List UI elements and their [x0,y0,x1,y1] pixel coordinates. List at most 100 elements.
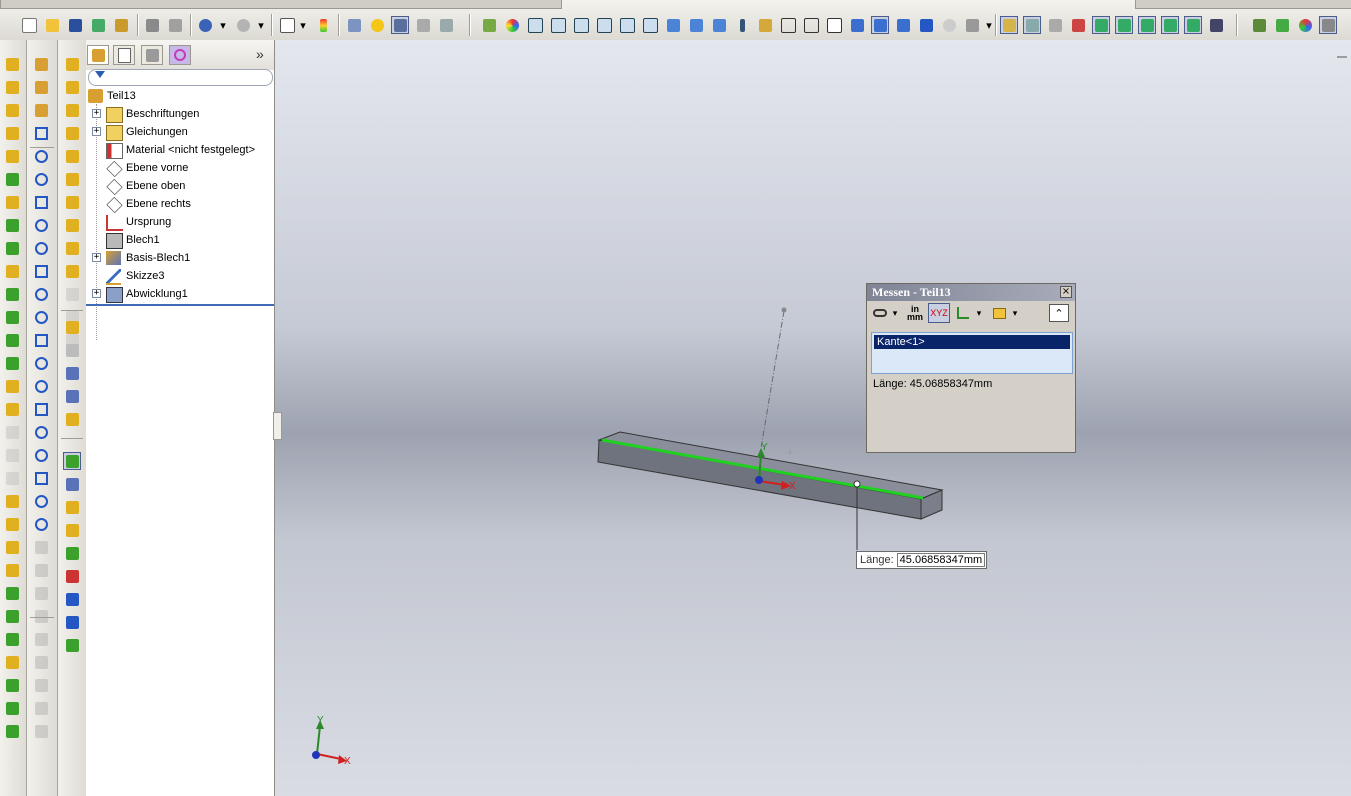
view-left-icon[interactable] [572,16,590,34]
tree-item[interactable]: Material <nicht festgelegt> [88,141,272,159]
check-icon[interactable] [63,544,81,562]
tree-item[interactable]: + Basis-Blech1 [88,249,272,267]
centerline-icon[interactable] [32,354,50,372]
sketch-picture-icon[interactable] [32,722,50,740]
circular-pattern-icon[interactable] [3,722,21,740]
expand-icon[interactable]: + [92,127,101,136]
shell-icon[interactable] [3,354,21,372]
view-curves-icon[interactable] [1092,16,1110,34]
dome-icon[interactable] [3,400,21,418]
sketch-fillet-icon[interactable] [32,331,50,349]
print-icon[interactable] [89,16,107,34]
select-dropdown-icon[interactable]: ▾ [298,16,308,34]
welded-corner-icon[interactable] [63,285,81,303]
evaluate-icon[interactable] [63,567,81,585]
straight-slot-icon[interactable] [32,423,50,441]
point-icon[interactable] [32,377,50,395]
view-settings-dropdown-icon[interactable]: ▾ [984,16,994,34]
tree-item[interactable]: Ebene rechts [88,195,272,214]
shaded-icon[interactable] [894,16,912,34]
history-dropdown-icon[interactable]: ▾ [1010,303,1020,323]
construction-geometry-icon[interactable] [32,400,50,418]
lofted-bend-icon[interactable] [63,101,81,119]
section-properties-icon[interactable] [63,521,81,539]
scale-entities-icon[interactable] [32,676,50,694]
panel-splitter-handle[interactable] [273,412,282,440]
view-3d-sketch-planes-icon[interactable] [1138,16,1156,34]
shaded-with-edges-icon[interactable] [848,16,866,34]
smart-dimension-icon[interactable] [32,101,50,119]
copy-entities-icon[interactable] [32,653,50,671]
arc-circle-measure-icon[interactable] [870,303,890,323]
centerpoint-slot-icon[interactable] [32,446,50,464]
options-icon[interactable] [345,16,363,34]
convert-entities-icon[interactable] [32,515,50,533]
view-trimetric-icon[interactable] [687,16,705,34]
tree-item[interactable]: + Beschriftungen [88,105,272,123]
fold-icon[interactable] [63,341,81,359]
units-precision-button[interactable]: in mm [904,303,926,323]
feature-manager-tab-icon[interactable] [87,45,109,65]
draft-icon[interactable] [3,377,21,395]
view-sketches-icon[interactable] [1115,16,1133,34]
view-dimetric-icon[interactable] [710,16,728,34]
smart-dimension-icon[interactable] [414,16,432,34]
expand-icon[interactable]: + [92,289,101,298]
view-points-icon[interactable] [1207,16,1225,34]
undo-dropdown-icon[interactable]: ▾ [218,16,228,34]
cross-break-icon[interactable] [63,239,81,257]
rebuild-icon[interactable] [314,16,332,34]
design-library-icon[interactable] [1250,16,1268,34]
scene-icon[interactable] [503,16,521,34]
unfold-icon[interactable] [63,318,81,336]
selection-list[interactable]: Kante<1> [871,332,1073,374]
slot-icon[interactable] [32,170,50,188]
appearance-icon[interactable] [480,16,498,34]
shaded-edges-active-icon[interactable] [871,16,889,34]
hidden-lines-visible-icon[interactable] [802,16,820,34]
chamfer-icon[interactable] [3,308,21,326]
intersect-icon[interactable] [3,446,21,464]
revolve-boss-icon[interactable] [3,78,21,96]
redo-icon[interactable] [234,16,252,34]
tree-item[interactable]: Ebene oben [88,177,272,196]
zoom-page-icon[interactable] [166,16,184,34]
measure-icon[interactable] [63,475,81,493]
mass-properties-icon[interactable] [63,498,81,516]
tree-item[interactable]: Blech1 [88,231,272,249]
convert-to-sheetmetal-icon[interactable] [63,78,81,96]
curves-icon[interactable] [3,584,21,602]
sketch-icon[interactable] [32,55,50,73]
show-xyz-icon[interactable]: XYZ [928,303,950,323]
selection-item[interactable]: Kante<1> [874,335,1070,349]
view-axes-icon[interactable] [1023,16,1041,34]
line-icon[interactable] [32,124,50,142]
base-flange-icon[interactable] [63,55,81,73]
closed-corner-icon[interactable] [63,262,81,280]
tree-item[interactable]: Ebene vorne [88,159,272,178]
rotate-entities-icon[interactable] [32,630,50,648]
fillet-icon[interactable] [3,285,21,303]
revolve-cut-icon[interactable] [3,216,21,234]
expand-panel-icon[interactable]: » [256,46,264,62]
sweep-boss-icon[interactable] [3,101,21,119]
redo-dropdown-icon[interactable]: ▾ [256,16,266,34]
view-origins-icon[interactable] [1046,16,1064,34]
undo-icon[interactable] [196,16,214,34]
new-document-icon[interactable] [20,16,38,34]
measure-title[interactable]: Messen - Teil13 [867,284,1075,301]
ellipse-icon[interactable] [32,239,50,257]
configuration-manager-tab-icon[interactable] [141,45,163,65]
sheetmetal-toolbar-icon[interactable] [1319,16,1337,34]
open-icon[interactable] [43,16,61,34]
offset-entities-icon[interactable] [32,492,50,510]
rectangle-icon[interactable] [32,147,50,165]
print-preview-icon[interactable] [143,16,161,34]
curve-pattern-icon[interactable] [3,538,21,556]
move-entities-icon[interactable] [32,607,50,625]
view-coordinate-systems-icon[interactable] [1069,16,1087,34]
loft-boss-icon[interactable] [3,124,21,142]
jog-icon[interactable] [63,193,81,211]
tree-item[interactable]: + Abwicklung1 [88,285,272,303]
view-planes-icon[interactable] [1000,16,1018,34]
